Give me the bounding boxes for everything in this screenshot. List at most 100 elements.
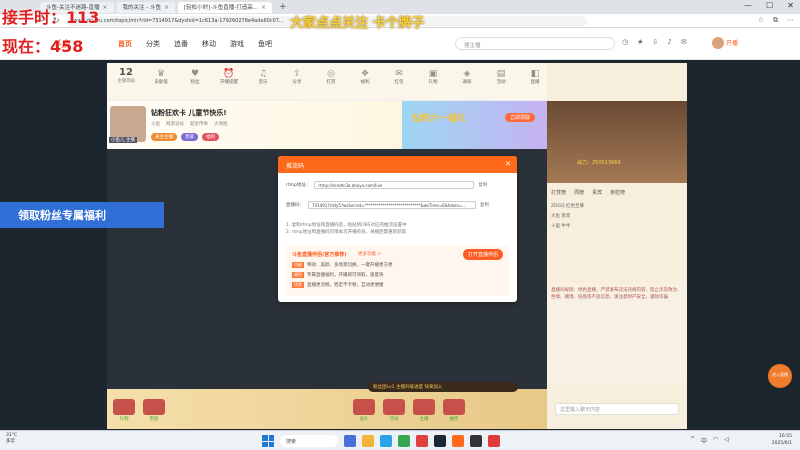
- close-icon[interactable]: ×: [261, 4, 266, 11]
- heart-icon: ♥: [190, 69, 200, 79]
- ad-icon: ◧: [530, 69, 540, 79]
- promo-line: 功能 特效、美颜、多场景切换，一键开播更方便: [292, 262, 393, 268]
- ime-icon[interactable]: 中: [701, 436, 707, 445]
- toolbar-item[interactable]: ❖ 福利: [351, 69, 379, 85]
- copy-server-button[interactable]: 复制: [478, 182, 487, 188]
- site-header: 斗鱼 首页 分类 追番 移动 游戏 鱼吧 搜主播 ◷ ★ ⇩ ♪ ✉ 开播: [0, 28, 800, 60]
- list-item[interactable]: ZDGQ 红色至尊: [551, 203, 683, 213]
- chat-input[interactable]: 这里输入聊天内容: [555, 403, 679, 415]
- promo-more-link[interactable]: 更多功能 >: [358, 251, 381, 257]
- nav-yuba[interactable]: 鱼吧: [258, 39, 272, 49]
- gift-icon: [443, 399, 465, 415]
- gift-icon[interactable]: ✉: [681, 38, 687, 46]
- toolbar-item[interactable]: ▤ 活动: [487, 69, 515, 85]
- douyu-icon[interactable]: [452, 435, 464, 447]
- open-companion-button[interactable]: 打开直播伴侣: [462, 249, 503, 260]
- banner-claim-button[interactable]: 立即领取: [505, 113, 536, 122]
- search-input[interactable]: 搜主播: [455, 37, 615, 50]
- fan-welfare-banner[interactable]: 领取粉丝专属福利: [0, 202, 164, 228]
- tab-vip[interactable]: 贵宾: [592, 189, 602, 196]
- tab-gift-rank[interactable]: 打赏榜: [551, 189, 566, 196]
- weather-widget[interactable]: 31°C 多云: [6, 433, 17, 445]
- nav-mobile[interactable]: 移动: [202, 39, 216, 49]
- volume-icon[interactable]: ◁: [724, 436, 729, 445]
- menu-icon[interactable]: ⋯: [787, 16, 794, 25]
- list-item[interactable]: 十里 牛牛: [551, 223, 683, 233]
- enter-live-fab[interactable]: 进入直播: [768, 364, 792, 388]
- obs-icon[interactable]: [470, 435, 482, 447]
- app-icon[interactable]: [416, 435, 428, 447]
- gift-item[interactable]: 礼物: [113, 399, 135, 422]
- wifi-icon[interactable]: ◠: [713, 436, 718, 445]
- fan-club-bubble[interactable]: 粉丝团Lv1 主播升级进度 快来加入: [368, 382, 518, 392]
- star-icon[interactable]: ☆: [758, 16, 764, 25]
- nav-anime[interactable]: 追番: [174, 39, 188, 49]
- star-icon[interactable]: ★: [637, 38, 643, 46]
- toolbar-item[interactable]: ♥ 粉丝: [181, 69, 209, 85]
- toolbar-item[interactable]: ◎ 打赏: [317, 69, 345, 85]
- browser-tab-active[interactable]: [轻松小时]-斗鱼直播-打造高... ×: [178, 1, 273, 13]
- gift-item[interactable]: 贵族: [143, 399, 165, 422]
- maximize-button[interactable]: ☐: [766, 1, 773, 10]
- toolbar-item[interactable]: ▣ 礼物: [419, 69, 447, 85]
- gift-item[interactable]: 主播: [413, 399, 435, 422]
- list-item[interactable]: 大鱼 贵宾: [551, 213, 683, 223]
- windows-start-icon[interactable]: [262, 435, 274, 447]
- copy-code-button[interactable]: 复制: [480, 202, 489, 208]
- taskbar-apps: [344, 435, 500, 447]
- chevron-up-icon[interactable]: ^: [690, 436, 695, 445]
- gift-icon: [353, 399, 375, 415]
- taskbar-clock[interactable]: 16:55 2025/6/1: [772, 433, 792, 447]
- edge-icon[interactable]: [380, 435, 392, 447]
- server-url-field[interactable]: rtmp://sendtc3a.douyu.com/live: [314, 181, 475, 189]
- browser-tab[interactable]: 我的关注 - 斗鱼 ×: [116, 1, 176, 13]
- windows-taskbar: 31°C 多云 搜索 ^ 中 ◠ ◁ 16:55 2025/6/1: [0, 430, 800, 450]
- go-live-button[interactable]: 开播: [726, 38, 738, 47]
- folder-icon[interactable]: [362, 435, 374, 447]
- modal-header: 推流码 ✕: [278, 156, 517, 173]
- browser-toolbar: ☆ ⧉ ⋯: [758, 16, 794, 25]
- stream-code-field[interactable]: 7314917rrHy5?wsSecret=******************…: [308, 201, 476, 209]
- nav-games[interactable]: 游戏: [230, 39, 244, 49]
- event-banner[interactable]: 钻粉六一福礼: [402, 101, 547, 149]
- nav-home[interactable]: 首页: [118, 39, 132, 49]
- toolbar-item[interactable]: ◧ 直播: [521, 69, 549, 85]
- header-icons: ◷ ★ ⇩ ♪ ✉: [622, 38, 687, 46]
- extensions-icon[interactable]: ⧉: [773, 16, 778, 25]
- chrome-icon[interactable]: [398, 435, 410, 447]
- steam-icon[interactable]: [434, 435, 446, 447]
- game-ad[interactable]: [547, 101, 687, 183]
- gift-item[interactable]: 抽奖: [443, 399, 465, 422]
- follow-anchor-button[interactable]: 关注主播: [151, 133, 177, 141]
- coin-icon: ◎: [327, 69, 335, 79]
- tab-intimacy[interactable]: 亲密榜: [610, 189, 625, 196]
- history-icon[interactable]: ◷: [622, 38, 628, 46]
- taskbar-search[interactable]: 搜索: [280, 435, 338, 447]
- gift-item[interactable]: 送礼: [353, 399, 375, 422]
- tab-week-rank[interactable]: 周榜: [574, 189, 584, 196]
- toolbar-item[interactable]: ♫ 音乐: [249, 69, 277, 85]
- window-controls: — ☐ ✕: [744, 1, 794, 10]
- toolbar-item[interactable]: ⏰ 开播提醒: [215, 69, 243, 85]
- noble-badge[interactable]: 贵族: [181, 133, 198, 141]
- bell-icon[interactable]: ♪: [667, 38, 671, 46]
- close-icon[interactable]: ×: [164, 4, 169, 11]
- chat-messages: 直播间规则：绿色直播，严禁发布违法违规内容，禁止涉及政治、色情、赌博、低俗等不良…: [547, 283, 687, 383]
- user-avatar[interactable]: [712, 37, 724, 49]
- app-icon[interactable]: [344, 435, 356, 447]
- app-icon[interactable]: [488, 435, 500, 447]
- toolbar-item[interactable]: ♛ 贡献值: [147, 69, 175, 85]
- toolbar-item[interactable]: ✉ 红包: [385, 69, 413, 85]
- toolbar-item[interactable]: ⇪ 分享: [283, 69, 311, 85]
- close-icon[interactable]: ✕: [505, 160, 511, 168]
- minimize-button[interactable]: —: [744, 1, 752, 10]
- welfare-badge[interactable]: 福利: [202, 133, 219, 141]
- overlay-current-count: 现在：458: [2, 37, 84, 56]
- toolbar-item[interactable]: ◈ 通知: [453, 69, 481, 85]
- nav-category[interactable]: 分类: [146, 39, 160, 49]
- close-icon[interactable]: ×: [102, 4, 107, 11]
- gift-item[interactable]: 活动: [383, 399, 405, 422]
- close-window-button[interactable]: ✕: [787, 1, 794, 10]
- new-tab-button[interactable]: +: [275, 2, 291, 12]
- download-icon[interactable]: ⇩: [652, 38, 658, 46]
